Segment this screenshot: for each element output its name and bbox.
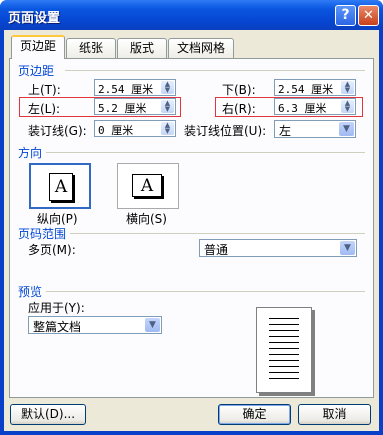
preview-text-line bbox=[269, 360, 299, 361]
preview-text-line bbox=[269, 348, 299, 349]
spin-arrows-icon[interactable]: ▲ ▼ bbox=[161, 81, 174, 94]
apply-to-value: 整篇文档 bbox=[33, 320, 82, 334]
landscape-label[interactable]: 横向(S) bbox=[126, 210, 167, 227]
chevron-down-icon[interactable]: ▼ bbox=[340, 241, 355, 255]
top-margin-spinner[interactable]: 2.54 厘米 ▲ ▼ bbox=[94, 79, 176, 96]
landscape-option[interactable]: A bbox=[117, 163, 179, 209]
multiple-pages-value: 普通 bbox=[204, 243, 229, 257]
tab-layout[interactable]: 版式 bbox=[117, 38, 167, 58]
margins-section-title: 页边距 bbox=[18, 64, 55, 78]
chevron-down-icon[interactable]: ▼ bbox=[145, 318, 160, 332]
preview-text-line bbox=[269, 378, 299, 379]
preview-text-line bbox=[269, 366, 299, 367]
orientation-section-title: 方向 bbox=[18, 146, 43, 160]
divider bbox=[46, 291, 365, 292]
preview-text-line bbox=[269, 318, 299, 319]
gutter-label: 装订线(G): bbox=[28, 124, 87, 138]
left-margin-value: 5.2 厘米 bbox=[98, 102, 147, 115]
page-preview bbox=[256, 307, 312, 393]
apply-to-label: 应用于(Y): bbox=[28, 301, 85, 315]
help-button[interactable]: ? bbox=[335, 5, 356, 26]
left-margin-spinner[interactable]: 5.2 厘米 ▲ ▼ bbox=[94, 98, 176, 115]
right-margin-value: 6.3 厘米 bbox=[278, 102, 327, 115]
spin-arrows-icon[interactable]: ▲ ▼ bbox=[341, 100, 354, 113]
gutter-position-select[interactable]: 左 ▼ bbox=[274, 120, 356, 138]
tab-document-grid[interactable]: 文档网格 bbox=[168, 38, 234, 58]
preview-text-line bbox=[269, 354, 299, 355]
preview-text-line bbox=[269, 342, 299, 343]
gutter-spinner[interactable]: 0 厘米 ▲ ▼ bbox=[94, 120, 176, 137]
spin-arrows-icon[interactable]: ▲ ▼ bbox=[341, 81, 354, 94]
preview-text-line bbox=[269, 324, 299, 325]
bottom-margin-spinner[interactable]: 2.54 厘米 ▲ ▼ bbox=[274, 79, 356, 96]
close-button[interactable]: ✕ bbox=[358, 5, 379, 26]
tab-paper[interactable]: 纸张 bbox=[66, 38, 116, 58]
gutter-value: 0 厘米 bbox=[98, 124, 134, 137]
top-margin-value: 2.54 厘米 bbox=[98, 83, 154, 96]
portrait-page-icon: A bbox=[49, 173, 73, 201]
multiple-pages-select[interactable]: 普通 ▼ bbox=[199, 239, 357, 257]
preview-text-line bbox=[269, 330, 299, 331]
pages-section-title: 页码范围 bbox=[18, 227, 67, 241]
spin-arrows-icon[interactable]: ▲ ▼ bbox=[161, 122, 174, 135]
preview-text-line bbox=[269, 336, 299, 337]
page-setup-dialog: 页面设置 ? ✕ 页边距 纸张 版式 文档网格 页边距 上(T): 2.54 厘… bbox=[0, 0, 383, 435]
default-button[interactable]: 默认(D)... bbox=[10, 404, 86, 425]
portrait-option[interactable]: A bbox=[29, 163, 91, 209]
title-bar[interactable]: 页面设置 ? ✕ bbox=[0, 0, 383, 30]
bottom-margin-label: 下(B): bbox=[222, 83, 256, 97]
landscape-page-icon: A bbox=[132, 174, 162, 197]
cancel-button[interactable]: 取消 bbox=[298, 404, 371, 425]
right-margin-label: 右(R): bbox=[222, 102, 256, 116]
chevron-down-icon[interactable]: ▼ bbox=[339, 122, 354, 136]
divider bbox=[65, 70, 365, 71]
dialog-body: 页边距 纸张 版式 文档网格 页边距 上(T): 2.54 厘米 ▲ ▼ 下(B)… bbox=[4, 30, 379, 431]
spin-arrows-icon[interactable]: ▲ ▼ bbox=[161, 100, 174, 113]
divider bbox=[46, 152, 365, 153]
multiple-pages-label: 多页(M): bbox=[28, 243, 76, 257]
left-margin-label: 左(L): bbox=[28, 102, 61, 116]
ok-button[interactable]: 确定 bbox=[218, 404, 291, 425]
apply-to-select[interactable]: 整篇文档 ▼ bbox=[28, 316, 162, 334]
preview-text-line bbox=[269, 372, 299, 373]
dialog-title: 页面设置 bbox=[8, 11, 61, 26]
tab-margins[interactable]: 页边距 bbox=[11, 35, 65, 59]
gutter-position-value: 左 bbox=[279, 124, 292, 138]
margins-panel: 页边距 上(T): 2.54 厘米 ▲ ▼ 下(B): 2.54 厘米 ▲ ▼ 左(… bbox=[9, 58, 374, 398]
right-margin-spinner[interactable]: 6.3 厘米 ▲ ▼ bbox=[274, 98, 356, 115]
bottom-margin-value: 2.54 厘米 bbox=[278, 83, 334, 96]
divider bbox=[70, 233, 365, 234]
top-margin-label: 上(T): bbox=[28, 83, 61, 97]
gutter-position-label: 装订线位置(U): bbox=[184, 124, 267, 138]
preview-section-title: 预览 bbox=[18, 285, 43, 299]
